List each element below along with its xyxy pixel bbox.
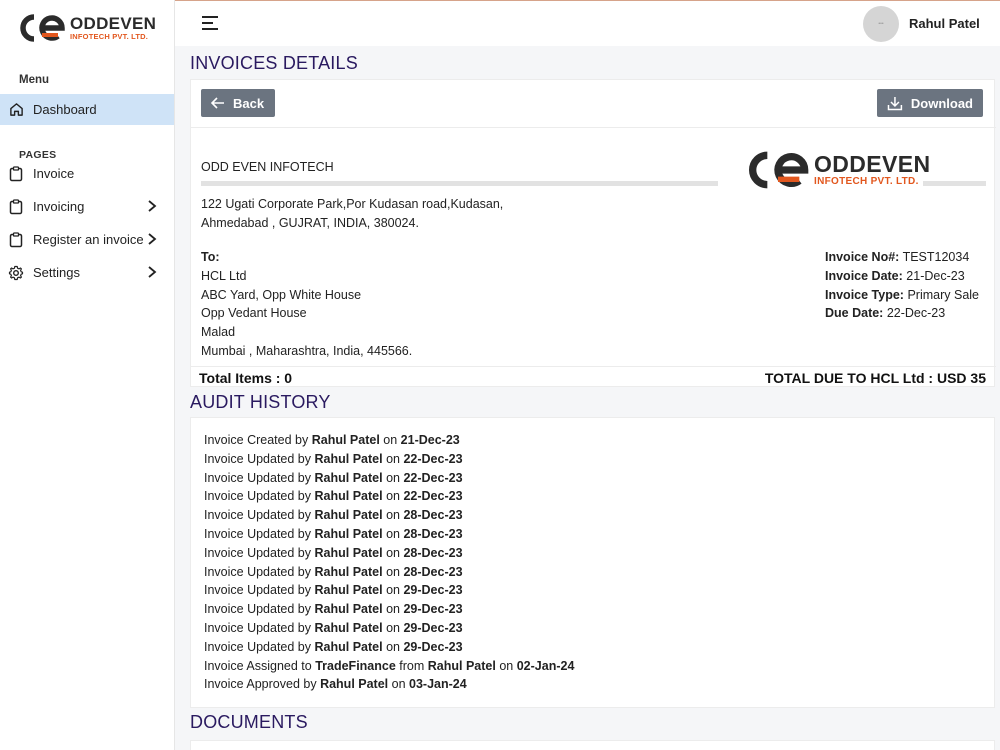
divider-bar <box>923 181 986 186</box>
invoice-date-value: 21-Dec-23 <box>906 268 965 283</box>
sidebar-item-label: Invoice <box>33 166 75 181</box>
clipboard-icon <box>8 198 24 215</box>
to-line: HCL Ltd <box>201 268 247 283</box>
audit-entry: Invoice Updated by Rahul Patel on 28-Dec… <box>204 508 463 523</box>
chevron-right-icon <box>148 200 157 212</box>
brand-name: ODDEVEN <box>70 14 157 34</box>
sidebar-item-label: Settings <box>33 265 80 280</box>
gear-icon <box>8 265 24 281</box>
audit-entry: Invoice Updated by Rahul Patel on 22-Dec… <box>204 470 463 485</box>
total-items: Total Items : 0 <box>199 370 293 386</box>
sidebar-item-invoice[interactable]: Invoice <box>0 158 174 189</box>
download-icon <box>887 96 903 110</box>
topbar: ••• Rahul Patel <box>175 0 1000 46</box>
due-date-label: Due Date: <box>825 306 884 321</box>
audit-entry: Invoice Updated by Rahul Patel on 22-Dec… <box>204 451 463 466</box>
sidebar-item-label: Invoicing <box>33 199 85 214</box>
menu-toggle-icon[interactable] <box>201 14 221 32</box>
invoice-no-value: TEST12034 <box>902 250 970 264</box>
sidebar-item-label: Dashboard <box>33 102 97 117</box>
sidebar: ODDEVEN INFOTECH PVT. LTD. Menu Dashboar… <box>0 0 175 750</box>
invoice-logo: ODDEVEN INFOTECH PVT. LTD. <box>746 150 931 190</box>
company-address-line1: 122 Ugati Corporate Park,Por Kudasan roa… <box>201 197 504 211</box>
user-name[interactable]: Rahul Patel <box>909 16 980 31</box>
audit-entry: Invoice Updated by Rahul Patel on 28-Dec… <box>204 564 463 579</box>
home-icon <box>8 102 24 118</box>
to-line: Opp Vedant House <box>201 306 307 321</box>
due-date-value: 22-Dec-23 <box>886 306 946 321</box>
to-label: To: <box>201 250 220 264</box>
download-button[interactable]: Download <box>877 89 983 117</box>
invoice-meta: Invoice No#: TEST12034 Invoice Date: 21-… <box>825 248 979 323</box>
sidebar-item-dashboard[interactable]: Dashboard <box>0 94 174 125</box>
oddeven-logo-icon <box>20 14 65 42</box>
back-label: Back <box>233 95 265 111</box>
sidebar-item-settings[interactable]: Settings <box>0 257 174 288</box>
download-label: Download <box>910 95 973 111</box>
oddeven-logo-icon <box>749 151 809 189</box>
logo-subtitle: INFOTECH PVT. LTD. <box>814 176 919 187</box>
chevron-right-icon <box>148 233 157 245</box>
clipboard-icon <box>8 231 24 248</box>
divider-bar <box>201 181 718 186</box>
audit-entry-assigned: Invoice Assigned to TradeFinance from Ra… <box>204 658 575 673</box>
page-title: INVOICES DETAILS <box>190 53 358 73</box>
invoice-date-label: Invoice Date: <box>825 268 903 283</box>
sidebar-item-label: Register an invoice <box>33 232 144 247</box>
audit-entry: Invoice Updated by Rahul Patel on 22-Dec… <box>204 489 463 504</box>
invoice-type-label: Invoice Type: <box>825 287 904 302</box>
audit-entry: Invoice Updated by Rahul Patel on 28-Dec… <box>204 526 463 541</box>
bill-to-block: To: HCL Ltd ABC Yard, Opp White House Op… <box>201 248 412 361</box>
audit-history-title: AUDIT HISTORY <box>190 392 331 412</box>
brand-subtitle: INFOTECH PVT. LTD. <box>70 32 149 42</box>
total-due: TOTAL DUE TO HCL Ltd : USD 35 <box>764 370 986 386</box>
audit-entry: Invoice Updated by Rahul Patel on 28-Dec… <box>204 545 463 560</box>
invoice-no-label: Invoice No#: <box>825 250 900 264</box>
documents-card <box>190 740 995 750</box>
brand-logo[interactable]: ODDEVEN INFOTECH PVT. LTD. <box>0 0 174 56</box>
to-line: ABC Yard, Opp White House <box>201 287 362 302</box>
chevron-right-icon <box>148 266 157 278</box>
audit-entry: Invoice Created by Rahul Patel on 21-Dec… <box>204 433 460 447</box>
company-name: ODD EVEN INFOTECH <box>201 160 334 174</box>
to-line: Mumbai , Maharashtra, India, 445566. <box>201 343 413 358</box>
to-line: Malad <box>201 325 236 340</box>
sidebar-item-register-invoice[interactable]: Register an invoice <box>0 224 174 255</box>
avatar[interactable]: ••• <box>863 6 899 42</box>
arrow-left-icon <box>211 97 224 109</box>
audit-entry: Invoice Updated by Rahul Patel on 29-Dec… <box>204 602 463 617</box>
clipboard-icon <box>8 165 24 182</box>
audit-entry: Invoice Updated by Rahul Patel on 29-Dec… <box>204 583 463 598</box>
audit-entry: Invoice Updated by Rahul Patel on 29-Dec… <box>204 620 463 635</box>
documents-title: DOCUMENTS <box>190 712 308 732</box>
audit-entry-approved: Invoice Approved by Rahul Patel on 03-Ja… <box>204 677 467 692</box>
sidebar-item-invoicing[interactable]: Invoicing <box>0 191 174 222</box>
back-button[interactable]: Back <box>201 89 275 117</box>
audit-history-card: Invoice Created by Rahul Patel on 21-Dec… <box>190 417 995 708</box>
main-content: INVOICES DETAILS Back Download ODD EVEN … <box>175 46 1000 750</box>
menu-heading: Menu <box>19 74 50 86</box>
audit-entry: Invoice Updated by Rahul Patel on 29-Dec… <box>204 639 463 654</box>
logo-name: ODDEVEN <box>814 151 931 177</box>
invoice-card: Back Download ODD EVEN INFOTECH ODDEVEN … <box>190 79 996 387</box>
company-address-line2: Ahmedabad , GUJRAT, INDIA, 380024. <box>201 216 419 230</box>
invoice-type-value: Primary Sale <box>907 287 979 302</box>
